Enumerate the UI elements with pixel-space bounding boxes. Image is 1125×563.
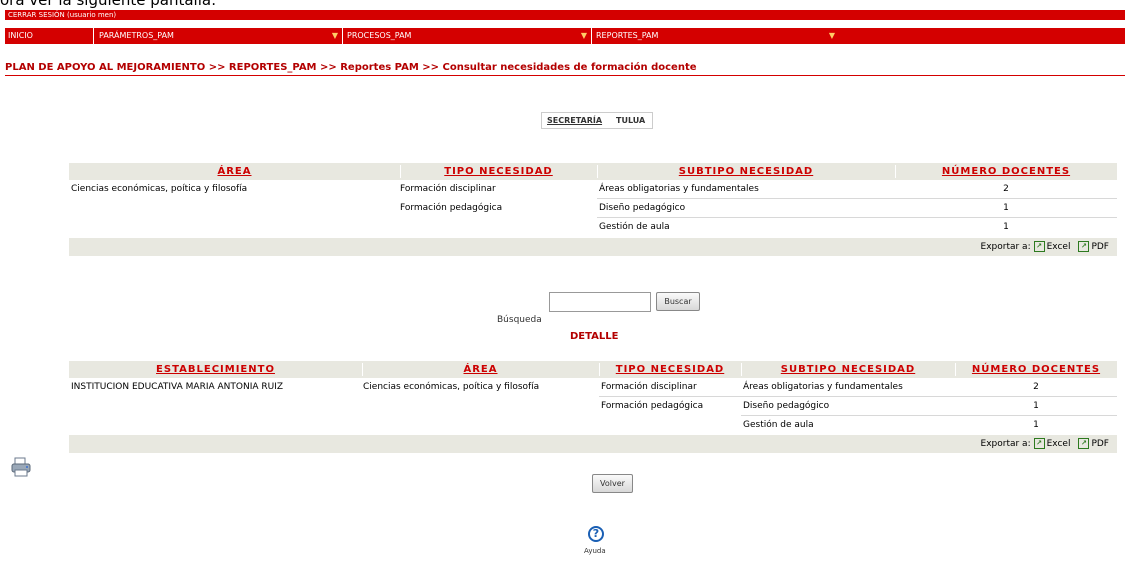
export-pdf-link[interactable]: PDF [1091,439,1109,449]
pdf-icon[interactable]: ↗ [1078,438,1090,449]
column-header-tipo[interactable]: TIPO NECESIDAD [599,361,741,378]
cell-area: Ciencias económicas, poítica y filosofía [363,382,540,392]
chevron-down-icon: ▼ [828,31,835,40]
table-header: ESTABLECIMIENTO ÁREA TIPO NECESIDAD SUBT… [69,361,1117,378]
cell-subtipo: Diseño pedagógico [743,401,830,411]
export-excel-link[interactable]: Excel [1047,439,1071,449]
cell-area: Ciencias económicas, poítica y filosofía [71,184,248,194]
search-input[interactable] [549,292,651,312]
export-pdf-link[interactable]: PDF [1091,242,1109,252]
help-label[interactable]: Ayuda [584,547,606,555]
cell-tipo: Formación disciplinar [601,382,697,392]
cell-subtipo: Gestión de aula [599,222,670,232]
menu-item-label: INICIO [8,31,33,40]
search-button[interactable]: Buscar [656,292,700,311]
chevron-down-icon: ▼ [331,31,338,40]
help-icon[interactable]: ? [588,526,604,542]
printer-icon[interactable] [10,456,32,478]
table-footer: Exportar a: ↗ Excel ↗ PDF [69,435,1117,453]
column-header-tipo[interactable]: TIPO NECESIDAD [400,163,597,180]
column-header-establecimiento[interactable]: ESTABLECIMIENTO [69,361,362,378]
column-header-numero[interactable]: NÚMERO DOCENTES [955,361,1117,378]
row-divider [741,415,1117,416]
row-divider [597,198,1117,199]
row-divider [599,396,1117,397]
summary-table: ÁREA TIPO NECESIDAD SUBTIPO NECESIDAD NÚ… [69,163,1117,258]
back-button[interactable]: Volver [592,474,633,493]
menu-item-label: PROCESOS_PAM [347,31,412,40]
detail-title: DETALLE [570,331,619,342]
cell-numero: 2 [1033,382,1039,392]
menu-item-procesos[interactable]: PROCESOS_PAM ▼ [344,28,591,44]
excel-icon[interactable]: ↗ [1033,438,1045,449]
cell-subtipo: Gestión de aula [743,420,814,430]
page-caption: ora ver la siguiente pantalla: [0,0,217,9]
cell-subtipo: Diseño pedagógico [599,203,686,213]
export-bar: Exportar a: ↗ Excel ↗ PDF [981,238,1109,256]
cell-subtipo: Áreas obligatorias y fundamentales [743,382,903,392]
secretaria-label[interactable]: SECRETARÍA [547,113,602,128]
column-header-subtipo[interactable]: SUBTIPO NECESIDAD [741,361,955,378]
menu-item-inicio[interactable]: INICIO [5,28,93,44]
column-header-area[interactable]: ÁREA [362,361,599,378]
export-bar: Exportar a: ↗ Excel ↗ PDF [981,435,1109,453]
menu-item-reportes[interactable]: REPORTES_PAM ▼ [593,28,839,44]
row-divider [597,217,1117,218]
menu-divider [342,28,343,44]
table-footer: Exportar a: ↗ Excel ↗ PDF [69,238,1117,256]
breadcrumb: PLAN DE APOYO AL MEJORAMIENTO >> REPORTE… [5,62,697,73]
cell-numero: 1 [1003,203,1009,213]
secretaria-box: SECRETARÍA TULUA [541,112,653,129]
menu-item-label: PARÁMETROS_PAM [99,31,174,40]
secretaria-value: TULUA [616,116,646,125]
menu-divider [591,28,592,44]
search-label: Búsqueda [497,315,542,325]
column-header-numero[interactable]: NÚMERO DOCENTES [895,163,1117,180]
pdf-icon[interactable]: ↗ [1078,241,1090,252]
session-bar: CERRAR SESIÓN (usuario men) [5,10,1125,20]
export-excel-link[interactable]: Excel [1047,242,1071,252]
menu-item-parametros[interactable]: PARÁMETROS_PAM ▼ [96,28,342,44]
detail-table: ESTABLECIMIENTO ÁREA TIPO NECESIDAD SUBT… [69,361,1117,455]
logout-link[interactable]: CERRAR SESIÓN (usuario men) [8,10,116,20]
breadcrumb-divider [5,75,1125,76]
column-header-subtipo[interactable]: SUBTIPO NECESIDAD [597,163,895,180]
cell-numero: 1 [1033,420,1039,430]
cell-tipo: Formación pedagógica [601,401,704,411]
cell-numero: 1 [1033,401,1039,411]
cell-establecimiento: INSTITUCION EDUCATIVA MARIA ANTONIA RUIZ [71,382,284,392]
column-header-area[interactable]: ÁREA [69,163,400,180]
chevron-down-icon: ▼ [580,31,587,40]
table-header: ÁREA TIPO NECESIDAD SUBTIPO NECESIDAD NÚ… [69,163,1117,180]
cell-subtipo: Áreas obligatorias y fundamentales [599,184,759,194]
menu-item-label: REPORTES_PAM [596,31,659,40]
cell-numero: 1 [1003,222,1009,232]
cell-numero: 2 [1003,184,1009,194]
main-menu: INICIO PARÁMETROS_PAM ▼ PROCESOS_PAM ▼ R… [5,28,1125,44]
cell-tipo: Formación pedagógica [400,203,503,213]
cell-tipo: Formación disciplinar [400,184,496,194]
export-label: Exportar a: [980,242,1031,252]
export-label: Exportar a: [980,439,1031,449]
excel-icon[interactable]: ↗ [1033,241,1045,252]
menu-divider [93,28,94,44]
